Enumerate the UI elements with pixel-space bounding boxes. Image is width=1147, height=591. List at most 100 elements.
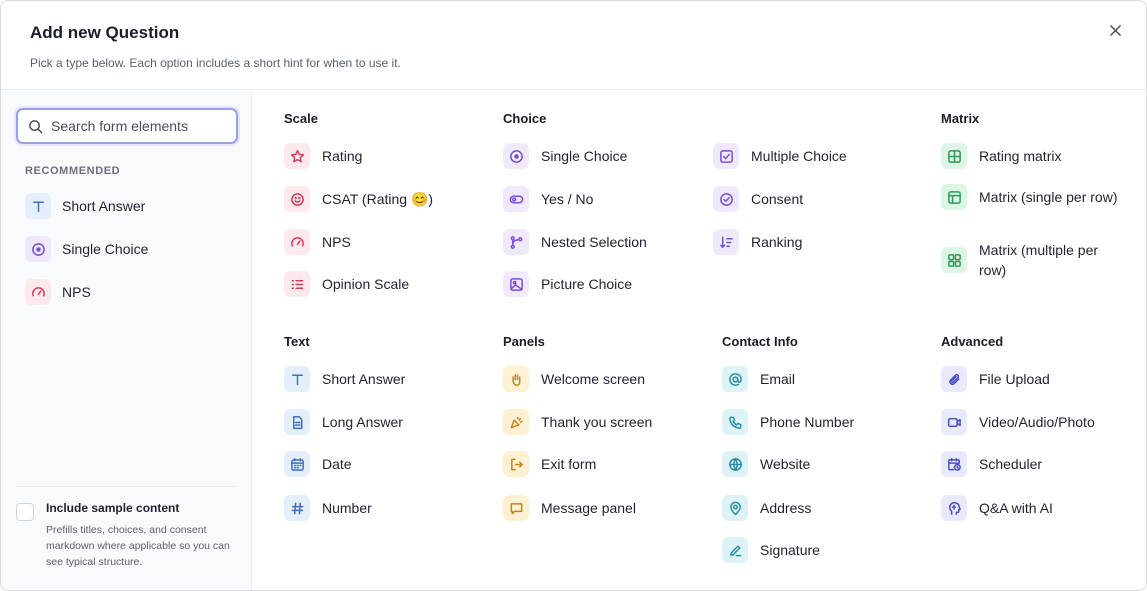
item-label: NPS (322, 234, 351, 250)
item-label: Address (760, 500, 812, 516)
item-picture-choice[interactable]: Picture Choice (503, 271, 632, 297)
section-choice-title-wrap: Choice (503, 111, 546, 127)
item-consent[interactable]: Consent (713, 186, 803, 212)
sample-content-checkbox[interactable] (16, 503, 34, 521)
map-pin-icon (722, 495, 748, 521)
grid-four-icon (941, 247, 967, 273)
item-yes-no[interactable]: Yes / No (503, 186, 593, 212)
item-csat[interactable]: CSAT (Rating 😊) (284, 186, 433, 212)
item-date[interactable]: Date (284, 451, 352, 477)
search-box[interactable] (16, 108, 238, 144)
item-ranking[interactable]: Ranking (713, 229, 802, 255)
item-thank-you-screen[interactable]: Thank you screen (503, 409, 652, 435)
item-label: Phone Number (760, 414, 855, 430)
item-opinion-scale[interactable]: Opinion Scale (284, 271, 409, 297)
item-label: Scheduler (979, 456, 1043, 472)
item-matrix-single[interactable]: Matrix (single per row) (941, 184, 1121, 210)
recommended-item-label: Short Answer (62, 198, 146, 214)
item-qa-with-ai[interactable]: Q&A with AI (941, 495, 1053, 521)
item-label: Multiple Choice (751, 148, 847, 164)
dialog-header: Add new Question Pick a type below. Each… (1, 1, 1146, 90)
sign-out-icon (503, 451, 529, 477)
image-icon (503, 271, 529, 297)
item-label: Date (322, 456, 352, 472)
item-label: Thank you screen (541, 414, 653, 430)
recommended-item-single-choice[interactable]: Single Choice (25, 235, 148, 263)
add-question-dialog: Add new Question Pick a type below. Each… (0, 0, 1147, 591)
item-label: Video/Audio/Photo (979, 414, 1095, 430)
recommended-item-label: NPS (62, 284, 91, 300)
section-text-title-wrap: Text (284, 334, 310, 350)
dialog-subtitle: Pick a type below. Each option includes … (30, 56, 401, 70)
item-label: Opinion Scale (322, 276, 410, 292)
pen-icon (722, 537, 748, 563)
sort-icon (713, 229, 739, 255)
item-label: Consent (751, 191, 804, 207)
item-file-upload[interactable]: File Upload (941, 366, 1050, 392)
item-label: Single Choice (541, 148, 628, 164)
item-nested-selection[interactable]: Nested Selection (503, 229, 647, 255)
sample-content-description: Prefills titles, choices, and consent ma… (46, 524, 230, 568)
item-email[interactable]: Email (722, 366, 795, 392)
radio-icon (25, 236, 51, 262)
smile-icon (284, 186, 310, 212)
item-label: Nested Selection (541, 234, 647, 250)
check-circle-icon (713, 186, 739, 212)
item-matrix-multiple[interactable]: Matrix (multiple per row) (941, 240, 1121, 280)
hand-wave-icon (503, 366, 529, 392)
item-label: Short Answer (322, 371, 406, 387)
section-title-matrix: Matrix (941, 111, 980, 126)
item-label: Matrix (single per row) (979, 189, 1118, 205)
recommended-item-nps[interactable]: NPS (25, 278, 148, 306)
checkbox-icon (713, 143, 739, 169)
item-video-audio-photo[interactable]: Video/Audio/Photo (941, 409, 1095, 435)
item-number[interactable]: Number (284, 495, 372, 521)
item-multiple-choice[interactable]: Multiple Choice (713, 143, 847, 169)
section-title-scale: Scale (284, 111, 318, 126)
document-icon (284, 409, 310, 435)
sample-content-option: Include sample content Prefills titles, … (16, 486, 238, 570)
section-title-choice: Choice (503, 111, 547, 126)
section-title-advanced: Advanced (941, 334, 1004, 349)
item-welcome-screen[interactable]: Welcome screen (503, 366, 645, 392)
section-title-panels: Panels (503, 334, 545, 349)
close-button[interactable] (1104, 19, 1126, 41)
item-phone-number[interactable]: Phone Number (722, 409, 854, 435)
item-signature[interactable]: Signature (722, 537, 820, 563)
section-advanced-title-wrap: Advanced (941, 334, 1003, 350)
video-camera-icon (941, 409, 967, 435)
item-label: Number (322, 500, 372, 516)
item-label: Matrix (multiple per row) (979, 242, 1099, 278)
item-label: Long Answer (322, 414, 403, 430)
item-short-answer[interactable]: Short Answer (284, 366, 405, 392)
item-message-panel[interactable]: Message panel (503, 495, 636, 521)
item-label: Rating (322, 148, 363, 164)
item-website[interactable]: Website (722, 451, 810, 477)
item-rating-matrix[interactable]: Rating matrix (941, 143, 1061, 169)
ai-head-icon (941, 495, 967, 521)
sidebar: RECOMMENDED Short Answer Single Choice N… (1, 90, 252, 590)
grid-icon (941, 143, 967, 169)
search-input[interactable] (51, 118, 221, 134)
item-label: Welcome screen (541, 371, 646, 387)
item-exit-form[interactable]: Exit form (503, 451, 596, 477)
sample-content-label: Include sample content (46, 501, 180, 515)
item-label: Website (760, 456, 811, 472)
item-single-choice[interactable]: Single Choice (503, 143, 627, 169)
item-address[interactable]: Address (722, 495, 811, 521)
toggle-icon (503, 186, 529, 212)
gauge-icon (25, 279, 51, 305)
globe-icon (722, 451, 748, 477)
hash-icon (284, 495, 310, 521)
item-scheduler[interactable]: Scheduler (941, 451, 1042, 477)
radio-icon (503, 143, 529, 169)
item-long-answer[interactable]: Long Answer (284, 409, 403, 435)
calendar-clock-icon (941, 451, 967, 477)
item-label: Message panel (541, 500, 636, 516)
recommended-item-short-answer[interactable]: Short Answer (25, 192, 148, 220)
item-nps[interactable]: NPS (284, 229, 351, 255)
recommended-item-label: Single Choice (62, 241, 149, 257)
section-panels-title-wrap: Panels (503, 334, 545, 350)
item-rating[interactable]: Rating (284, 143, 362, 169)
dialog-title: Add new Question (30, 23, 180, 42)
